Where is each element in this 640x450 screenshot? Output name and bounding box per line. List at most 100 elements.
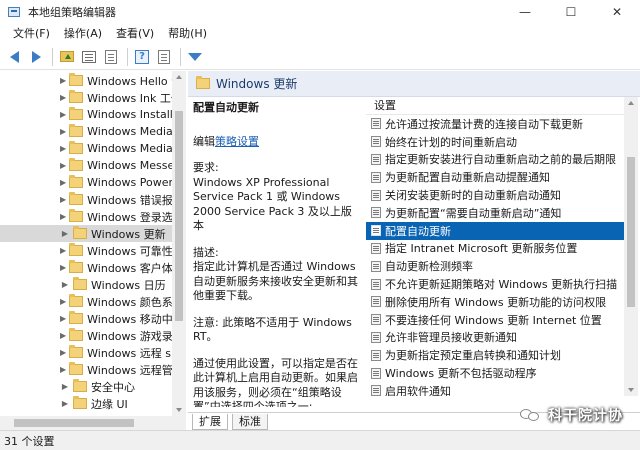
tab-extended[interactable]: 扩展 — [192, 414, 228, 430]
tree-item[interactable]: ▶ Windows Messe — [0, 157, 172, 174]
folder-icon — [69, 311, 84, 324]
policy-setting-icon — [371, 153, 381, 165]
tree-vertical-scrollbar[interactable] — [172, 71, 186, 416]
tree-item[interactable]: ▶ Windows Ink 工作 — [0, 89, 172, 106]
tree-item[interactable]: ▶ Windows 移动中 — [0, 310, 172, 327]
scroll-down-icon[interactable] — [176, 408, 182, 412]
maximize-button[interactable]: ☐ — [548, 0, 594, 24]
tree-item[interactable]: ▶ Windows Installe — [0, 106, 172, 123]
expand-chevron-icon[interactable]: ▶ — [60, 378, 70, 395]
help-button[interactable]: ? — [132, 47, 152, 67]
tree-item[interactable]: ▶ 安全中心 — [0, 378, 172, 395]
expand-chevron-icon[interactable]: ▶ — [60, 242, 66, 259]
tree-item[interactable]: ▶ Windows 客户体 — [0, 259, 172, 276]
close-button[interactable]: ✕ — [594, 0, 640, 24]
expand-chevron-icon[interactable]: ▶ — [60, 208, 66, 225]
tree-item[interactable]: ▶ Windows 远程 sh — [0, 344, 172, 361]
expand-chevron-icon[interactable]: ▶ — [60, 276, 70, 293]
expand-chevron-icon[interactable]: ▶ — [60, 225, 70, 242]
folder-icon — [73, 379, 87, 392]
edit-policy-link[interactable]: 策略设置 — [215, 135, 259, 148]
toolbar-divider — [180, 47, 181, 66]
expand-chevron-icon[interactable]: ▶ — [60, 327, 66, 344]
forward-button[interactable] — [26, 47, 46, 67]
setting-row[interactable]: 允许非管理员接收更新通知 — [366, 329, 624, 347]
policy-setting-icon — [371, 349, 381, 361]
minimize-button[interactable]: — — [502, 0, 548, 24]
expand-chevron-icon[interactable]: ▶ — [60, 89, 66, 106]
back-button[interactable] — [4, 47, 24, 67]
scroll-up-icon[interactable] — [628, 101, 634, 105]
setting-row[interactable]: 为更新指定预定重启转换和通知计划 — [366, 346, 624, 364]
expand-chevron-icon[interactable]: ▶ — [60, 259, 66, 276]
tree-item[interactable]: ▶ Windows 日历 — [0, 276, 172, 293]
settings-vertical-scrollbar[interactable] — [624, 97, 638, 396]
tree-horizontal-scrollbar[interactable] — [0, 416, 186, 430]
tree-item[interactable]: ▶ Windows Media — [0, 140, 172, 157]
expand-chevron-icon[interactable]: ▶ — [60, 395, 70, 412]
tree-item[interactable]: ▶ Windows 更新 — [0, 225, 172, 242]
menu-view[interactable]: 查看(V) — [109, 24, 161, 44]
expand-chevron-icon[interactable]: ▶ — [60, 140, 66, 157]
tree-item[interactable]: ▶ 边缘 UI — [0, 395, 172, 412]
setting-row[interactable]: 为更新配置“需要自动重新启动”通知 — [366, 204, 624, 222]
setting-row[interactable]: 启用软件通知 — [366, 382, 624, 396]
show-hide-tree-button[interactable] — [79, 47, 99, 67]
expand-chevron-icon[interactable]: ▶ — [60, 123, 66, 140]
tree-item[interactable]: ▶ Windows Hello 企 — [0, 72, 172, 89]
group-policy-app-icon — [8, 5, 22, 19]
settings-column-header[interactable]: 设置 — [366, 97, 624, 115]
expand-chevron-icon[interactable]: ▶ — [60, 293, 66, 310]
setting-row[interactable]: 不要连接任何 Windows 更新 Internet 位置 — [366, 311, 624, 329]
setting-row[interactable]: 不允许更新延期策略对 Windows 更新执行扫描 — [366, 275, 624, 293]
setting-row[interactable]: 指定更新安装进行自动重新启动之前的最后期限 — [366, 151, 624, 169]
tree-pane[interactable]: ▶ Windows Hello 企 ▶ Windows Ink 工作 ▶ Windows … — [0, 71, 186, 430]
scroll-up-icon[interactable] — [176, 75, 182, 79]
expand-chevron-icon[interactable]: ▶ — [60, 361, 66, 378]
expand-chevron-icon[interactable]: ▶ — [60, 106, 66, 123]
scroll-thumb[interactable] — [627, 157, 635, 307]
tree-item[interactable]: ▶ Windows 远程管 — [0, 361, 172, 378]
settings-list[interactable]: 设置 允许通过按流量计费的连接自动下载更新 始终在计划的时间重新启动指定更新安装进… — [366, 97, 624, 396]
tree-item[interactable]: ▶ Windows PowerS — [0, 174, 172, 191]
setting-row[interactable]: 删除使用所有 Windows 更新功能的访问权限 — [366, 293, 624, 311]
setting-row[interactable]: 允许通过按流量计费的连接自动下载更新 — [366, 115, 624, 133]
up-folder-button[interactable] — [57, 47, 77, 67]
menu-file[interactable]: 文件(F) — [6, 24, 57, 44]
properties-button[interactable] — [154, 47, 174, 67]
expand-chevron-icon[interactable]: ▶ — [60, 191, 66, 208]
filter-button[interactable] — [185, 47, 205, 67]
tree-item[interactable]: ▶ Windows 游戏录 — [0, 327, 172, 344]
expand-chevron-icon[interactable]: ▶ — [60, 344, 66, 361]
export-list-button[interactable] — [101, 47, 121, 67]
expand-chevron-icon[interactable]: ▶ — [60, 310, 66, 327]
setting-row[interactable]: Windows 更新不包括驱动程序 — [366, 364, 624, 382]
scroll-down-icon[interactable] — [628, 388, 634, 392]
setting-row[interactable]: 始终在计划的时间重新启动 — [366, 133, 624, 151]
setting-row[interactable]: 配置自动更新 — [366, 221, 624, 240]
tree-item[interactable]: ▶ Windows 错误报 — [0, 191, 172, 208]
folder-icon — [69, 243, 84, 256]
tree-item[interactable]: ▶ Windows 可靠性 — [0, 242, 172, 259]
scroll-thumb[interactable] — [14, 419, 134, 427]
tree-item[interactable]: ▶ Windows 颜色系 — [0, 293, 172, 310]
tree-item[interactable]: ▶ Windows Media — [0, 123, 172, 140]
policy-setting-icon — [371, 385, 381, 396]
expand-chevron-icon[interactable]: ▶ — [60, 157, 66, 174]
tree-item-label: Windows 颜色系 — [87, 295, 172, 309]
setting-row[interactable]: 指定 Intranet Microsoft 更新服务位置 — [366, 240, 624, 258]
menu-action[interactable]: 操作(A) — [57, 24, 109, 44]
expand-chevron-icon[interactable]: ▶ — [60, 174, 66, 191]
expand-chevron-icon[interactable]: ▶ — [60, 72, 66, 89]
setting-row[interactable]: 为更新配置自动重新启动提醒通知 — [366, 168, 624, 186]
details-header-title: Windows 更新 — [216, 77, 298, 91]
setting-row[interactable]: 关闭安装更新时的自动重新启动通知 — [366, 186, 624, 204]
setting-label: 不允许更新延期策略对 Windows 更新执行扫描 — [385, 278, 618, 292]
tab-standard[interactable]: 标准 — [232, 414, 268, 430]
scroll-thumb[interactable] — [175, 111, 183, 321]
menu-help[interactable]: 帮助(H) — [161, 24, 214, 44]
tree-item[interactable]: ▶ Windows 登录选 — [0, 208, 172, 225]
folder-icon — [69, 362, 84, 375]
setting-row[interactable]: 自动更新检测频率 — [366, 257, 624, 275]
setting-label: 指定更新安装进行自动重新启动之前的最后期限 — [385, 153, 616, 167]
